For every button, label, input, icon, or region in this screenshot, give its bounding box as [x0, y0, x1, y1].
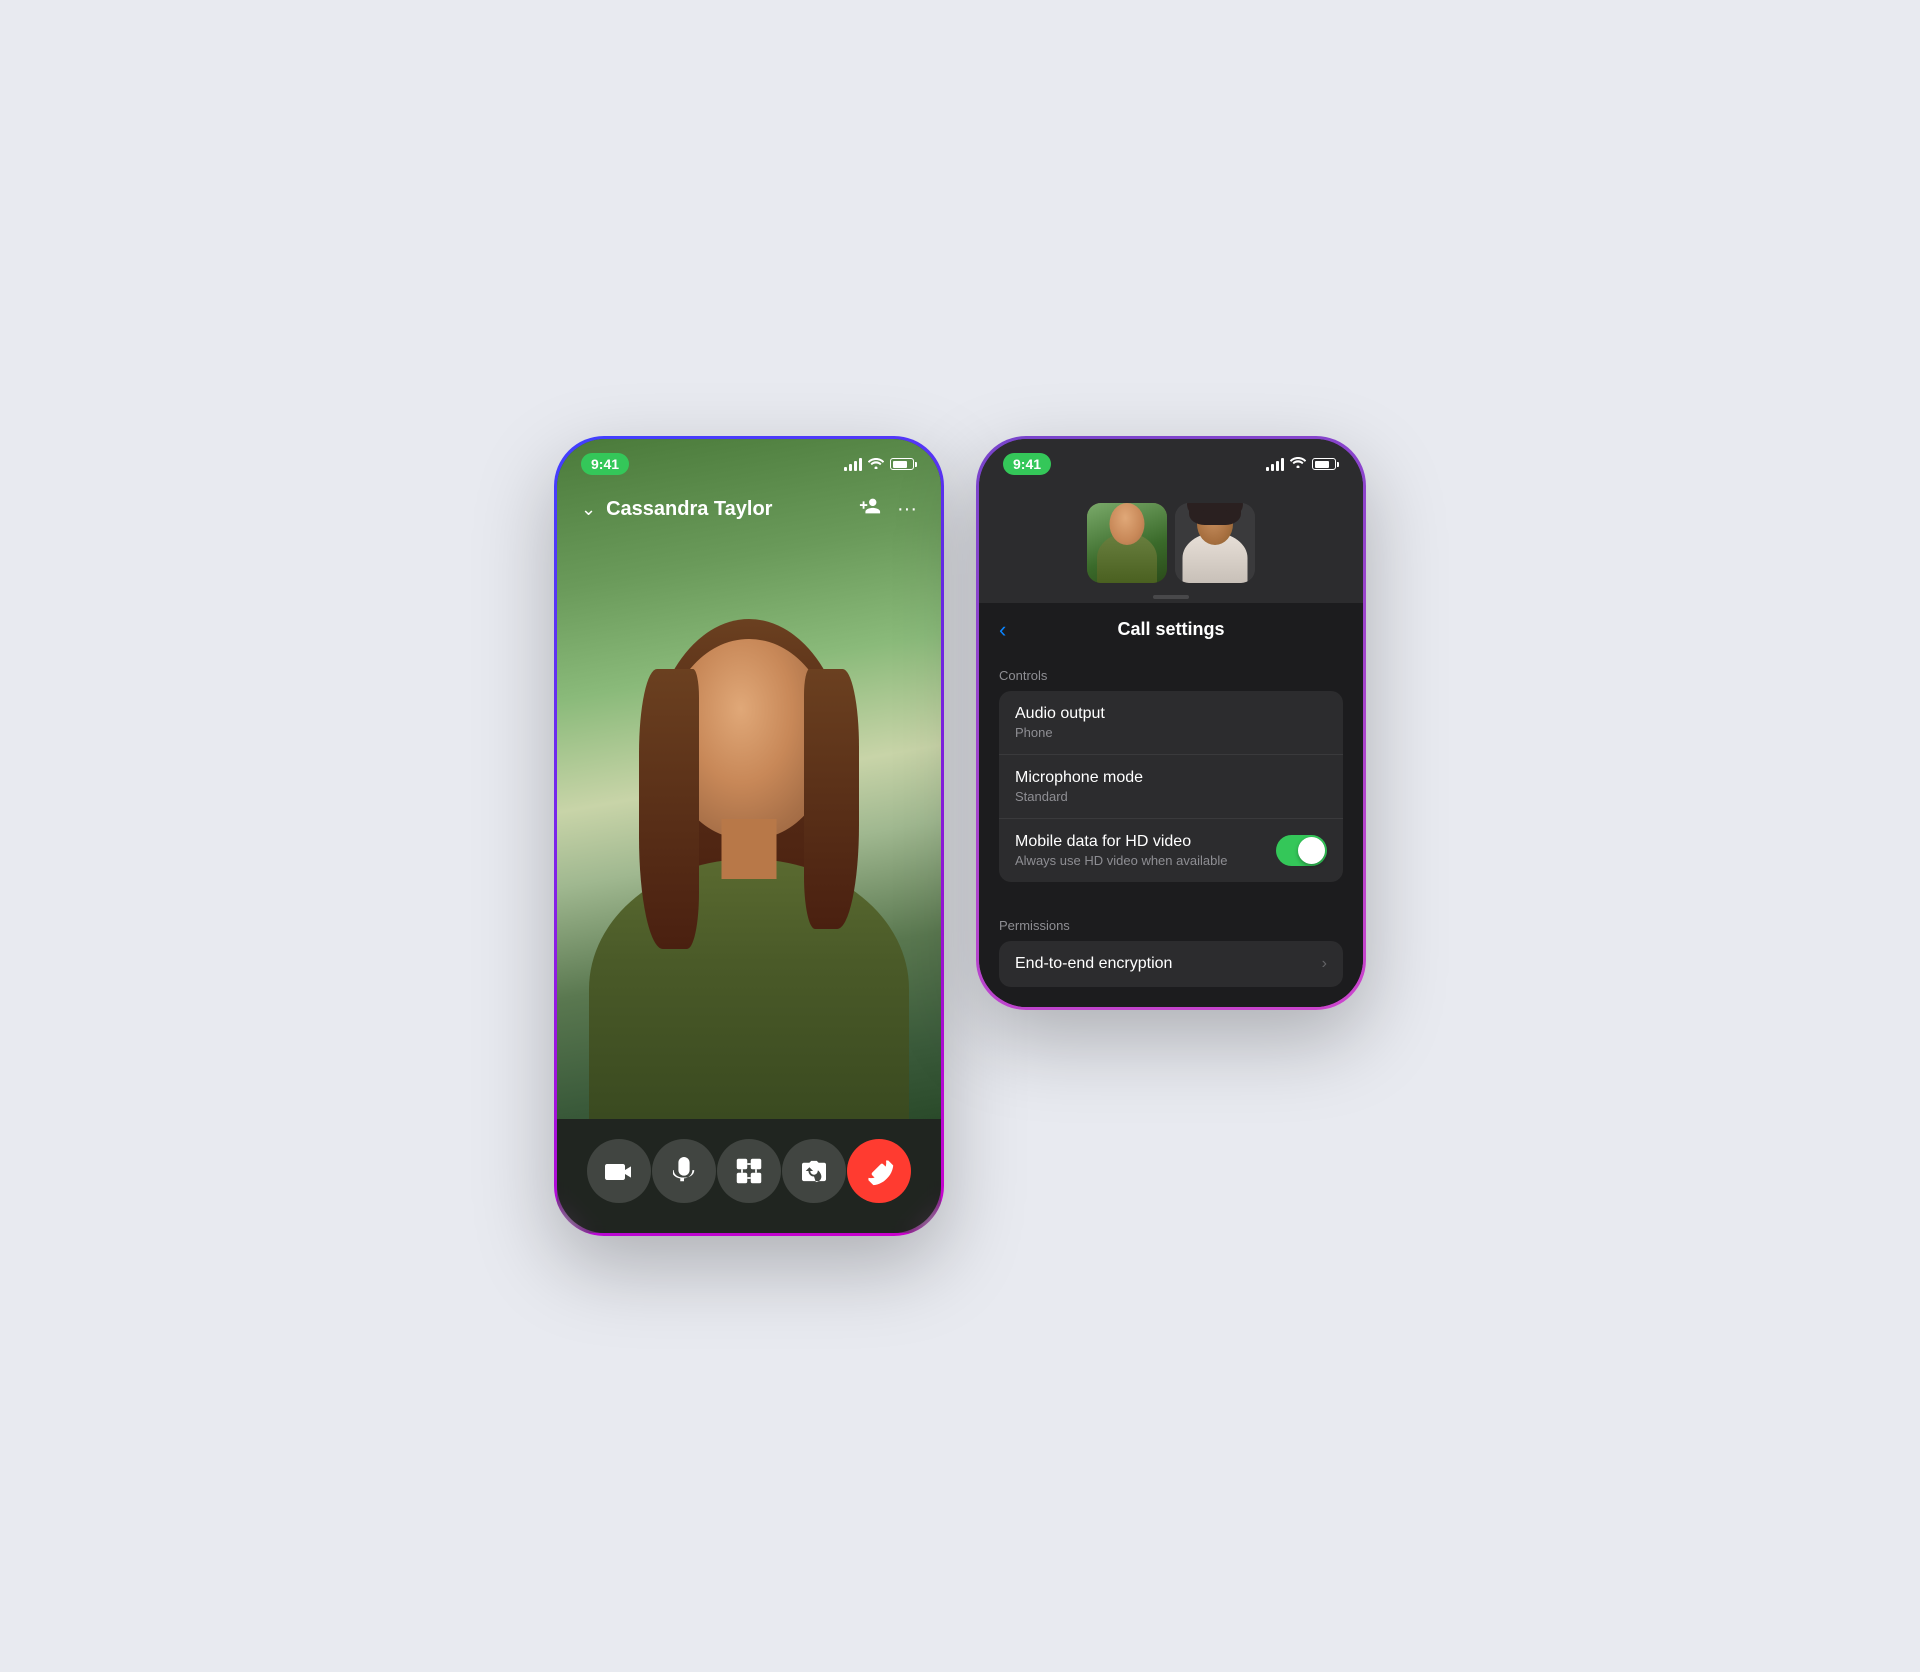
- settings-status-icons: [1266, 455, 1339, 473]
- mute-button[interactable]: [652, 1139, 716, 1203]
- avatar-1: [1087, 503, 1167, 583]
- settings-nav: ‹ Call settings: [979, 603, 1363, 652]
- permissions-section-label: Permissions: [999, 918, 1343, 933]
- hd-video-toggle[interactable]: [1276, 835, 1327, 866]
- call-header: ⌄ Cassandra Taylor ···: [557, 491, 941, 535]
- permissions-section: Permissions End-to-end encryption ›: [979, 902, 1363, 987]
- phone-right: 9:41: [976, 436, 1366, 1010]
- battery-icon: [890, 458, 917, 470]
- chevron-down-icon[interactable]: ⌄: [581, 499, 596, 520]
- end-call-button[interactable]: [847, 1139, 911, 1203]
- add-person-icon[interactable]: [859, 495, 881, 523]
- effects-button[interactable]: [717, 1139, 781, 1203]
- phones-container: 9:41: [554, 436, 1366, 1236]
- audio-output-subtitle: Phone: [1015, 725, 1105, 740]
- controls-group: Audio output Phone Microphone mode Stand…: [999, 691, 1343, 882]
- person-overlay: [557, 439, 941, 1119]
- back-button[interactable]: ‹: [999, 617, 1006, 643]
- signal-icon: [844, 457, 862, 471]
- video-button[interactable]: [587, 1139, 651, 1203]
- avatars-row: [1071, 491, 1271, 595]
- settings-title: Call settings: [999, 619, 1343, 640]
- settings-battery-icon: [1312, 458, 1339, 470]
- permissions-group: End-to-end encryption ›: [999, 941, 1343, 987]
- controls-section: Controls Audio output Phone Mic: [979, 652, 1363, 882]
- microphone-mode-subtitle: Standard: [1015, 789, 1143, 804]
- settings-status-bar: 9:41: [979, 439, 1363, 483]
- settings-body: Controls Audio output Phone Mic: [979, 652, 1363, 1007]
- microphone-mode-title: Microphone mode: [1015, 769, 1143, 787]
- hd-video-subtitle: Always use HD video when available: [1015, 853, 1264, 868]
- settings-time: 9:41: [1003, 453, 1051, 475]
- e2e-title: End-to-end encryption: [1015, 955, 1172, 973]
- microphone-mode-row[interactable]: Microphone mode Standard: [999, 755, 1343, 819]
- settings-wifi-icon: [1290, 455, 1306, 473]
- status-bar-right: [844, 456, 917, 472]
- caller-name: Cassandra Taylor: [606, 498, 772, 521]
- drag-handle: [1153, 595, 1189, 599]
- hd-video-title: Mobile data for HD video: [1015, 833, 1264, 851]
- controls-section-label: Controls: [999, 668, 1343, 683]
- settings-time-display: 9:41: [1003, 453, 1051, 475]
- time-display: 9:41: [581, 453, 629, 475]
- settings-signal-icon: [1266, 457, 1284, 471]
- more-icon[interactable]: ···: [897, 498, 917, 521]
- hd-video-row[interactable]: Mobile data for HD video Always use HD v…: [999, 819, 1343, 882]
- avatar-2: [1175, 503, 1255, 583]
- audio-output-title: Audio output: [1015, 705, 1105, 723]
- call-controls: [557, 1119, 941, 1233]
- e2e-encryption-row[interactable]: End-to-end encryption ›: [999, 941, 1343, 987]
- flip-camera-button[interactable]: [782, 1139, 846, 1203]
- video-area: ⌄ Cassandra Taylor ···: [557, 439, 941, 1119]
- e2e-chevron-icon: ›: [1322, 955, 1327, 973]
- wifi-icon: [868, 456, 884, 472]
- status-bar-left: 9:41: [581, 453, 629, 475]
- audio-output-row[interactable]: Audio output Phone: [999, 691, 1343, 755]
- phone-left: 9:41: [554, 436, 944, 1236]
- sheet-handle-area: [979, 483, 1363, 603]
